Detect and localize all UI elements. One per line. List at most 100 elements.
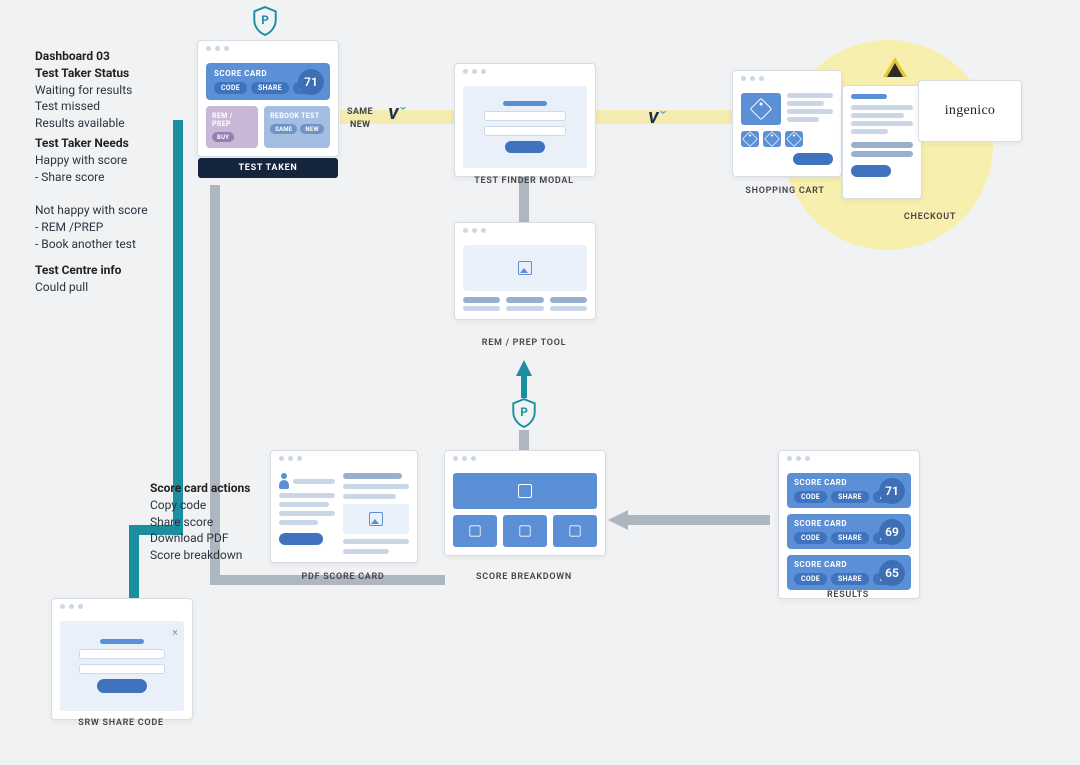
needs-block: Test Taker Needs Happy with score - Shar…	[35, 135, 195, 253]
share-button[interactable]	[97, 679, 147, 693]
block-title: Test Centre info	[35, 263, 121, 277]
tag-icon	[786, 131, 802, 147]
caption-test-finder: TEST FINDER MODAL	[454, 176, 594, 186]
chip-buy[interactable]: BUY	[212, 132, 234, 142]
caption-results: RESULTS	[778, 590, 918, 600]
test-finder-card	[454, 63, 596, 177]
block-line: - Share score	[35, 170, 105, 184]
score-card: SCORE CARDCODESHAREPDF71	[787, 473, 911, 508]
test-taken-button[interactable]: TEST TAKEN	[198, 158, 338, 178]
block-line: - REM /PREP	[35, 220, 103, 234]
centre-block: Test Centre info Could pull	[35, 262, 195, 296]
window-chrome	[52, 599, 192, 613]
score-value: 65	[879, 560, 905, 586]
person-icon	[279, 473, 289, 489]
new-label: NEW	[350, 120, 370, 130]
block-line: Share score	[150, 515, 213, 529]
checkout-button[interactable]	[851, 165, 891, 177]
window-chrome	[455, 64, 595, 78]
test-taken-card: SCORE CARD CODE SHARE PDF 71 REM / PREP …	[197, 40, 339, 157]
caption-rem-prep: REM / PREP TOOL	[454, 338, 594, 348]
share-code-card: ×	[51, 598, 193, 720]
image-placeholder-icon	[518, 484, 532, 498]
rem-prep-card	[454, 222, 596, 320]
block-line: Score breakdown	[150, 548, 242, 562]
diagram-stage: Dashboard 03 Test Taker Status Waiting f…	[0, 0, 1080, 765]
chip[interactable]: SHARE	[831, 532, 869, 544]
chip[interactable]: CODE	[794, 573, 827, 585]
shopping-cart-card	[732, 70, 842, 177]
score-breakdown-card	[444, 450, 606, 556]
same-label: SAME	[347, 107, 373, 117]
score-value: 71	[298, 69, 324, 95]
v-logo-icon: Vˇ	[648, 108, 666, 127]
chip-share[interactable]: SHARE	[251, 82, 289, 94]
chip[interactable]: SHARE	[831, 491, 869, 503]
status-block: Dashboard 03 Test Taker Status Waiting f…	[35, 48, 185, 132]
score-card: SCORE CARD CODE SHARE PDF 71	[206, 63, 330, 100]
caption-pdf: PDF SCORE CARD	[270, 572, 416, 582]
block-line: Copy code	[150, 498, 206, 512]
caption-share: SRW SHARE CODE	[51, 718, 191, 728]
close-icon[interactable]: ×	[172, 627, 178, 638]
image-placeholder-icon	[469, 525, 480, 536]
ingenico-panel: ingenico	[918, 80, 1022, 142]
chip[interactable]: CODE	[794, 532, 827, 544]
tag-icon	[750, 98, 773, 121]
window-chrome	[198, 41, 338, 55]
block-line: - Book another test	[35, 237, 136, 251]
image-placeholder-icon	[369, 512, 383, 526]
score-card: SCORE CARDCODESHAREPDF69	[787, 514, 911, 549]
block-title: Score card actions	[150, 481, 250, 495]
block-title: Dashboard 03	[35, 49, 110, 63]
score-value: 71	[879, 478, 905, 504]
block-subtitle: Test Taker Status	[35, 66, 129, 80]
score-card-halves: REM / PREP BUY REBOOK TEST SAME NEW	[206, 106, 330, 148]
chip-new[interactable]: NEW	[300, 124, 324, 134]
rem-prep-tile[interactable]: REM / PREP BUY	[206, 106, 258, 148]
chip-same[interactable]: SAME	[270, 124, 297, 134]
pdf-score-card	[270, 450, 418, 563]
tag-icon	[742, 131, 758, 147]
caption-checkout: CHECKOUT	[870, 212, 990, 222]
svg-text:P: P	[261, 13, 269, 27]
tile-title: REBOOK TEST	[270, 112, 324, 120]
chip[interactable]: CODE	[794, 491, 827, 503]
image-placeholder-icon	[519, 525, 530, 536]
svg-text:P: P	[520, 405, 528, 419]
actions-block: Score card actions Copy code Share score…	[150, 480, 290, 564]
window-chrome	[733, 71, 841, 85]
cart-button[interactable]	[793, 153, 833, 165]
block-line: Could pull	[35, 280, 88, 294]
caption-breakdown: SCORE BREAKDOWN	[444, 572, 604, 582]
shield-icon: P	[511, 398, 537, 431]
tile-title: REM / PREP	[212, 112, 252, 128]
chip[interactable]: SHARE	[831, 573, 869, 585]
tag-icon	[764, 131, 780, 147]
score-value: 69	[879, 519, 905, 545]
block-line: Test missed	[35, 99, 100, 113]
ingenico-logo: ingenico	[945, 103, 995, 119]
shield-icon: P	[252, 6, 278, 39]
checkout-receipt	[842, 85, 922, 199]
triangle-logo-icon	[883, 57, 907, 77]
rebook-tile[interactable]: REBOOK TEST SAME NEW	[264, 106, 330, 148]
image-placeholder-icon	[518, 261, 532, 275]
block-line: Download PDF	[150, 531, 228, 545]
v-logo-icon: Vˇ	[388, 104, 406, 123]
block-title: Test Taker Needs	[35, 136, 129, 150]
window-chrome	[445, 451, 605, 465]
pdf-button[interactable]	[279, 533, 323, 545]
chip-code[interactable]: CODE	[214, 82, 247, 94]
results-card: SCORE CARDCODESHAREPDF71SCORE CARDCODESH…	[778, 450, 920, 599]
block-line: Happy with score	[35, 153, 127, 167]
block-line: Not happy with score	[35, 203, 148, 217]
score-card: SCORE CARDCODESHAREPDF65	[787, 555, 911, 590]
caption-shopping-cart: SHOPPING CART	[720, 186, 850, 196]
image-placeholder-icon	[569, 525, 580, 536]
block-line: Waiting for results	[35, 83, 132, 97]
window-chrome	[271, 451, 417, 465]
block-line: Results available	[35, 116, 125, 130]
window-chrome	[455, 223, 595, 237]
window-chrome	[779, 451, 919, 465]
